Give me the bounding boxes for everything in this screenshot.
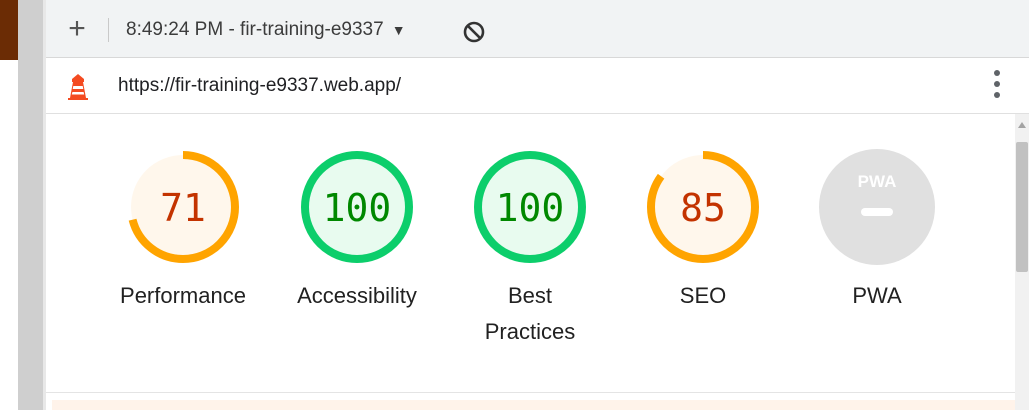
- warning-banner: [52, 400, 1015, 410]
- toolbar-divider: [108, 18, 109, 42]
- accessibility-score: 100: [323, 186, 392, 230]
- scrollbar-thumb[interactable]: [1016, 142, 1028, 272]
- left-panel-divider[interactable]: [18, 0, 43, 410]
- best-practices-label-line: Best: [507, 283, 553, 308]
- report-selector-label: 8:49:24 PM - fir-training-e9337: [126, 19, 384, 40]
- section-divider: [46, 392, 1015, 393]
- vertical-scrollbar[interactable]: [1015, 114, 1029, 410]
- new-report-button[interactable]: +: [60, 12, 94, 46]
- best-practices-score: 100: [496, 186, 565, 230]
- performance-gauge-ring: 71: [127, 151, 239, 263]
- caret-down-icon: ▼: [391, 22, 406, 38]
- best-practices-label-line: Practices: [484, 319, 576, 344]
- seo-label: SEO: [679, 283, 727, 308]
- gauge-pwa[interactable]: PWA PWA: [797, 148, 957, 314]
- pwa-label: PWA: [852, 283, 902, 308]
- more-options-icon[interactable]: [991, 70, 1003, 102]
- pwa-badge-text: PWA: [858, 172, 897, 191]
- plus-icon: +: [68, 12, 86, 45]
- accessibility-gauge-ring: 100: [301, 151, 413, 263]
- scroll-up-arrow-icon[interactable]: [1018, 122, 1026, 128]
- performance-label: Performance: [120, 283, 246, 308]
- report-selector[interactable]: 8:49:24 PM - fir-training-e9337 ▼: [126, 19, 406, 41]
- left-window-background: [0, 60, 18, 410]
- seo-gauge-ring: 85: [647, 151, 759, 263]
- lighthouse-icon: [68, 74, 88, 100]
- clear-reports-icon[interactable]: [462, 20, 486, 44]
- gauge-best-practices[interactable]: 100 Best Practices: [450, 148, 610, 350]
- performance-score: 71: [160, 186, 206, 230]
- seo-score: 85: [680, 186, 726, 230]
- report-url[interactable]: https://fir-training-e9337.web.app/: [118, 75, 401, 97]
- report-content: 71 Performance 100 Accessibility 100 Bes…: [46, 114, 1029, 410]
- left-window-accent: [0, 0, 18, 60]
- gauge-accessibility[interactable]: 100 Accessibility: [277, 148, 437, 314]
- lighthouse-toolbar: + 8:49:24 PM - fir-training-e9337 ▼: [46, 0, 1029, 58]
- pwa-badge-icon: PWA: [819, 149, 935, 265]
- report-url-bar: https://fir-training-e9337.web.app/: [46, 58, 1029, 114]
- best-practices-label: Best Practices: [450, 278, 610, 350]
- gauge-performance[interactable]: 71 Performance: [103, 148, 263, 314]
- best-practices-gauge-ring: 100: [474, 151, 586, 263]
- gauge-seo[interactable]: 85 SEO: [623, 148, 783, 314]
- accessibility-label: Accessibility: [297, 283, 417, 308]
